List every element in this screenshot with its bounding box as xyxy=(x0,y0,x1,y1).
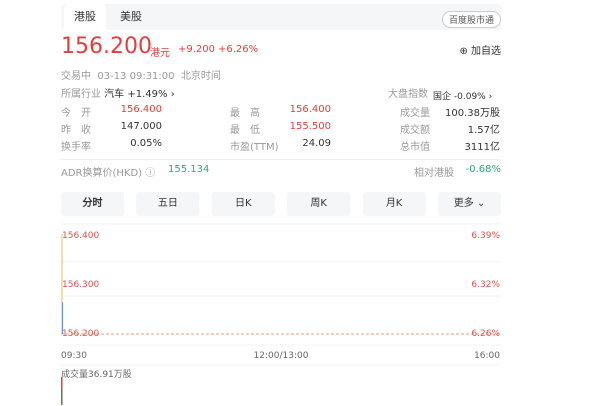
x-tick: 12:00/13:00 xyxy=(254,351,309,361)
chevron-right-icon: › xyxy=(170,89,175,100)
period-tab-5[interactable]: 更多 ⌄ xyxy=(438,192,501,216)
stat-value: 24.09 xyxy=(302,138,331,149)
stat-label: 最 低 xyxy=(230,125,260,136)
industry-change: +1.49% xyxy=(127,89,168,100)
volume-label: 成交量36.91万股 xyxy=(61,368,132,380)
industry-name: 汽车 xyxy=(104,89,125,100)
period-label: 更多 xyxy=(453,198,474,209)
x-tick: 16:00 xyxy=(474,351,500,361)
price-change-pct: +6.26% xyxy=(218,44,259,55)
index-label: 大盘指数 xyxy=(388,89,428,100)
y-left-tick: 156.400 xyxy=(62,231,99,241)
adr-label: ADR换算价(HKD) ⓘ xyxy=(61,164,155,179)
relative-value: -0.68% xyxy=(465,164,501,175)
y-right-tick: 6.39% xyxy=(471,231,500,241)
stat-label: 换手率 xyxy=(61,142,91,153)
period-tab-1[interactable]: 五日 xyxy=(136,192,200,216)
info-icon[interactable]: ⓘ xyxy=(145,168,155,179)
x-tick: 09:30 xyxy=(61,351,87,361)
trade-status: 交易中 03-13 09:31:00 北京时间 xyxy=(61,67,221,82)
index-name: 国企 xyxy=(433,92,452,102)
plus-circle-icon: ⊕ xyxy=(459,46,471,57)
stat-label: 昨 收 xyxy=(61,125,91,136)
stat-value: 156.400 xyxy=(289,104,331,115)
status-text: 交易中 xyxy=(61,71,91,82)
period-label: 日K xyxy=(235,198,252,209)
currency: 港元 xyxy=(150,48,170,59)
stat-value: 0.05% xyxy=(130,138,162,149)
relative-label: 相对港股 xyxy=(414,168,454,179)
stat-label: 成交量 xyxy=(400,108,430,119)
period-label: 周K xyxy=(310,198,327,209)
y-left-tick: 156.300 xyxy=(62,280,99,290)
datetime-text: 03-13 09:31:00 xyxy=(97,71,175,82)
stat-label: 今 开 xyxy=(61,108,91,119)
tab-hk[interactable]: 港股 xyxy=(64,4,106,30)
tab-us[interactable]: 美股 xyxy=(110,4,152,30)
stat-value: 155.500 xyxy=(289,121,331,132)
stat-value: 1.57亿 xyxy=(467,125,500,136)
period-label: 分时 xyxy=(82,198,103,209)
y-right-tick: 6.32% xyxy=(471,280,500,290)
stat-label: 最 高 xyxy=(230,108,260,119)
chevron-down-icon: ⌄ xyxy=(473,198,486,209)
volume-bar xyxy=(61,377,63,388)
volume-bar xyxy=(61,388,63,405)
intraday-chart: 156.400 6.39% 156.300 6.32% 156.200 6.26% 09:3… xyxy=(61,223,501,405)
timezone-text: 北京时间 xyxy=(180,71,221,82)
stat-value: 100.38万股 xyxy=(445,108,500,119)
period-tab-2[interactable]: 日K xyxy=(211,192,275,216)
period-tab-4[interactable]: 月K xyxy=(362,192,426,216)
period-tab-0[interactable]: 分时 xyxy=(61,192,124,216)
index-change: -0.09% xyxy=(453,92,486,102)
period-label: 五日 xyxy=(157,198,178,209)
baidu-stock-badge[interactable]: 百度股市通 xyxy=(441,11,501,28)
stat-label: 市盈(TTM) xyxy=(230,142,279,153)
period-label: 月K xyxy=(385,198,403,209)
index-link[interactable]: 国企 -0.09% › xyxy=(433,89,492,102)
industry-link[interactable]: 所属行业 汽车 +1.49% › xyxy=(61,85,175,100)
divider xyxy=(61,159,501,160)
period-tab-3[interactable]: 周K xyxy=(287,192,351,216)
y-right-tick: 6.26% xyxy=(471,329,500,339)
adr-value: 155.134 xyxy=(168,164,210,175)
stat-value: 147.000 xyxy=(120,121,162,132)
add-watchlist-label: 加自选 xyxy=(471,46,501,57)
price-change: +9.200 xyxy=(178,44,216,55)
stat-label: 总市值 xyxy=(400,142,430,153)
chevron-right-icon: › xyxy=(488,92,493,102)
stat-value: 156.400 xyxy=(120,104,162,115)
current-price: 156.200 xyxy=(61,34,152,59)
add-watchlist-button[interactable]: ⊕ 加自选 xyxy=(459,42,501,57)
industry-label: 所属行业 xyxy=(61,89,101,100)
y-left-tick: 156.200 xyxy=(62,329,99,339)
stat-label: 成交额 xyxy=(400,125,430,136)
adr-label-text: ADR换算价(HKD) xyxy=(61,168,143,179)
stat-value: 3111亿 xyxy=(464,142,500,153)
